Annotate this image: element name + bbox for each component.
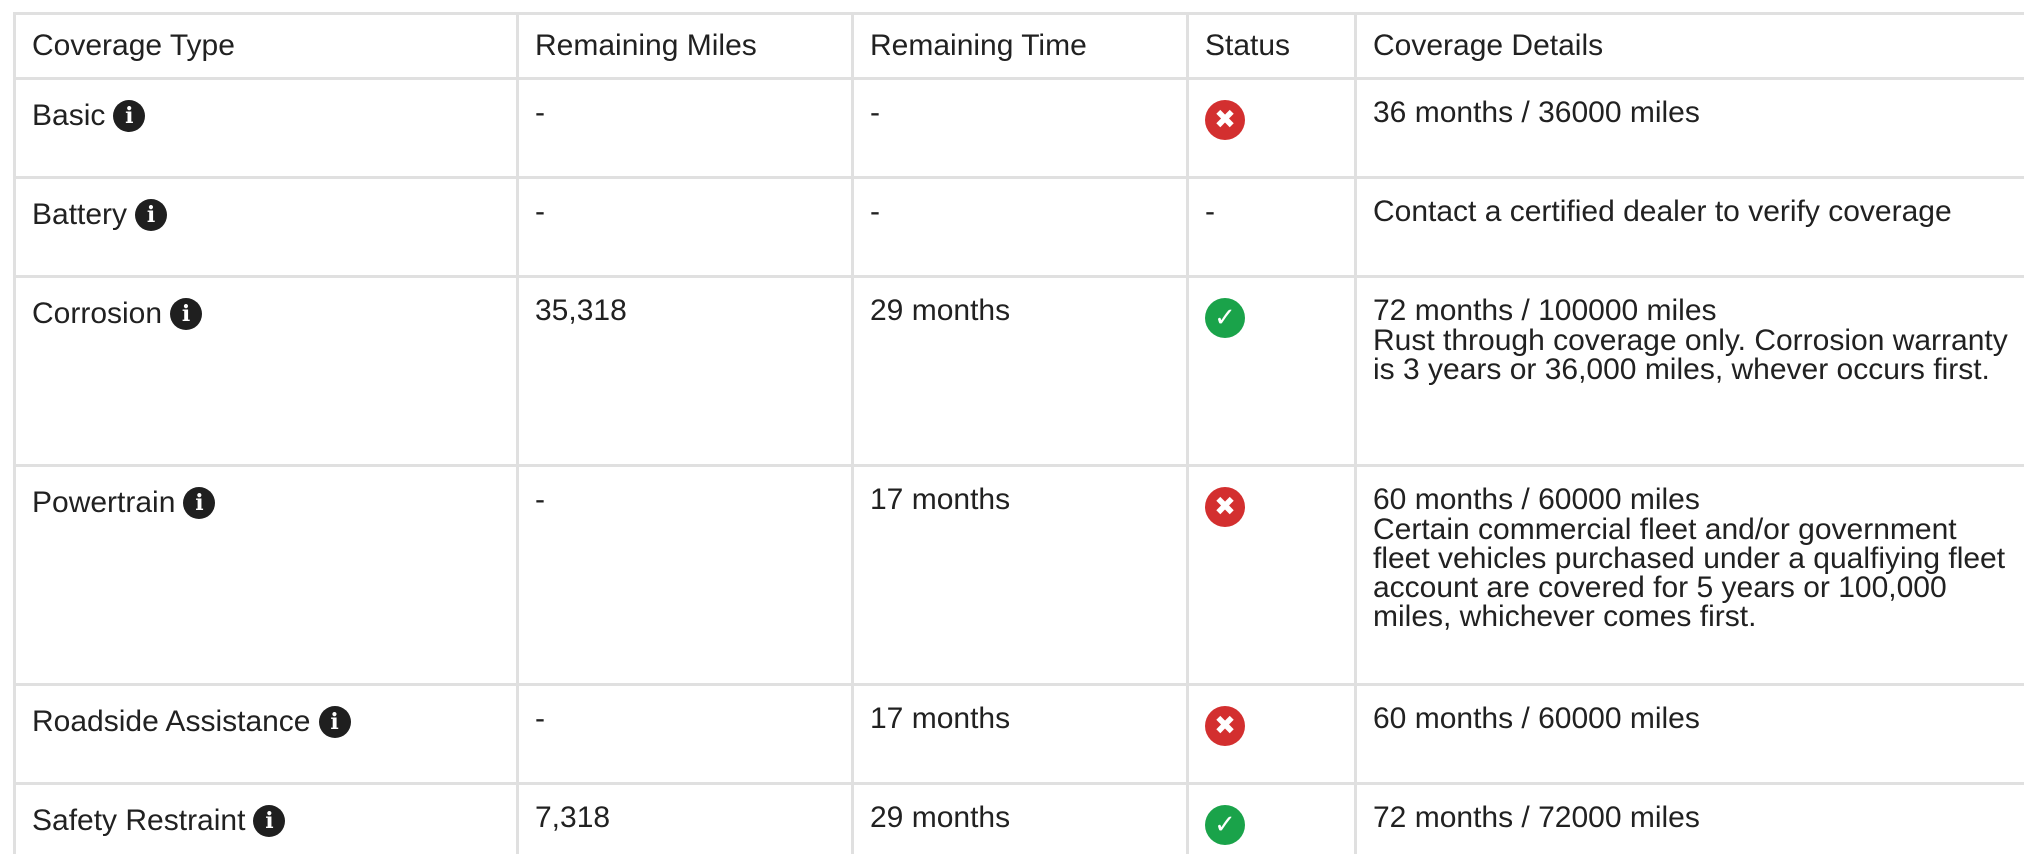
coverage-details-cell: 72 months / 100000 miles Rust through co… xyxy=(1354,275,2024,467)
header-remaining-miles: Remaining Miles xyxy=(516,12,854,80)
coverage-type-cell: Safety Restraint i xyxy=(13,782,519,854)
coverage-type-cell: Corrosion i xyxy=(13,275,519,467)
remaining-time-cell: 17 months xyxy=(851,683,1189,785)
coverage-type-label: Powertrain xyxy=(32,486,176,519)
coverage-type-cell: Basic i xyxy=(13,77,519,179)
info-icon[interactable]: i xyxy=(318,706,351,738)
status-cell: ✖ xyxy=(1186,464,1357,686)
info-icon[interactable]: i xyxy=(253,805,286,837)
remaining-miles-cell: - xyxy=(516,683,854,785)
coverage-details-summary: 72 months / 100000 miles xyxy=(1373,294,1717,327)
table-row: Powertrain i - 17 months ✖ 60 months / 6… xyxy=(13,464,2024,686)
coverage-details-summary: Contact a certified dealer to verify cov… xyxy=(1373,195,1952,228)
coverage-type-label: Safety Restraint xyxy=(32,804,246,837)
remaining-time-cell: 17 months xyxy=(851,464,1189,686)
coverage-details-cell: Contact a certified dealer to verify cov… xyxy=(1354,176,2024,278)
x-circle-icon: ✖ xyxy=(1205,706,1245,746)
coverage-type-cell: Battery i xyxy=(13,176,519,278)
remaining-miles-cell: 35,318 xyxy=(516,275,854,467)
coverage-type-label: Basic xyxy=(32,99,106,132)
check-circle-icon: ✓ xyxy=(1205,805,1245,845)
coverage-details-cell: 60 months / 60000 miles xyxy=(1354,683,2024,785)
header-status: Status xyxy=(1186,12,1357,80)
coverage-table: Coverage Type Remaining Miles Remaining … xyxy=(13,12,2024,854)
remaining-miles-cell: - xyxy=(516,77,854,179)
coverage-details-cell: 36 months / 36000 miles xyxy=(1354,77,2024,179)
info-icon[interactable]: i xyxy=(113,100,146,132)
status-cell: ✓ xyxy=(1186,782,1357,854)
remaining-time-cell: - xyxy=(851,176,1189,278)
coverage-details-summary: 36 months / 36000 miles xyxy=(1373,96,1700,129)
coverage-type-cell: Powertrain i xyxy=(13,464,519,686)
coverage-details-note: Rust through coverage only. Corrosion wa… xyxy=(1373,324,2008,386)
table-row: Battery i - - - Contact a certified deal… xyxy=(13,176,2024,278)
table-row: Corrosion i 35,318 29 months ✓ 72 months… xyxy=(13,275,2024,467)
check-circle-icon: ✓ xyxy=(1205,298,1245,338)
remaining-time-cell: 29 months xyxy=(851,275,1189,467)
coverage-details-cell: 60 months / 60000 miles Certain commerci… xyxy=(1354,464,2024,686)
coverage-type-label: Corrosion xyxy=(32,297,163,330)
remaining-time-cell: 29 months xyxy=(851,782,1189,854)
coverage-details-summary: 60 months / 60000 miles xyxy=(1373,702,1700,735)
table-row: Basic i - - ✖ 36 months / 36000 miles xyxy=(13,77,2024,179)
coverage-details-summary: 60 months / 60000 miles xyxy=(1373,483,1700,516)
remaining-miles-cell: 7,318 xyxy=(516,782,854,854)
status-cell: ✖ xyxy=(1186,77,1357,179)
remaining-time-cell: - xyxy=(851,77,1189,179)
coverage-type-label: Roadside Assistance xyxy=(32,705,311,738)
table-header-row: Coverage Type Remaining Miles Remaining … xyxy=(13,12,2024,80)
status-cell: ✖ xyxy=(1186,683,1357,785)
table-row: Roadside Assistance i - 17 months ✖ 60 m… xyxy=(13,683,2024,785)
info-icon[interactable]: i xyxy=(183,487,216,519)
header-coverage-type: Coverage Type xyxy=(13,12,519,80)
coverage-details-note: Certain commercial fleet and/or governme… xyxy=(1373,513,2006,633)
status-cell: ✓ xyxy=(1186,275,1357,467)
coverage-type-label: Battery xyxy=(32,198,128,231)
remaining-miles-cell: - xyxy=(516,176,854,278)
coverage-details-summary: 72 months / 72000 miles xyxy=(1373,801,1700,834)
header-coverage-details: Coverage Details xyxy=(1354,12,2024,80)
table-row: Safety Restraint i 7,318 29 months ✓ 72 … xyxy=(13,782,2024,854)
header-remaining-time: Remaining Time xyxy=(851,12,1189,80)
coverage-type-cell: Roadside Assistance i xyxy=(13,683,519,785)
status-cell: - xyxy=(1186,176,1357,278)
remaining-miles-cell: - xyxy=(516,464,854,686)
x-circle-icon: ✖ xyxy=(1205,487,1245,527)
coverage-details-cell: 72 months / 72000 miles xyxy=(1354,782,2024,854)
x-circle-icon: ✖ xyxy=(1205,100,1245,140)
info-icon[interactable]: i xyxy=(135,199,168,231)
info-icon[interactable]: i xyxy=(170,298,203,330)
coverage-table-container: Coverage Type Remaining Miles Remaining … xyxy=(13,12,2024,854)
